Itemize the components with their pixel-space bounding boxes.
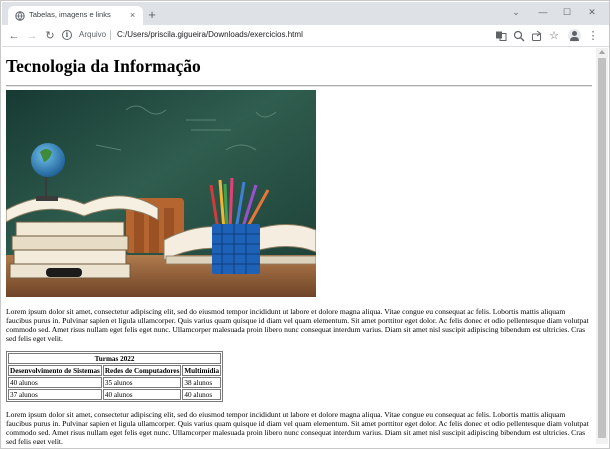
minimize-button[interactable]: — [534,5,552,19]
share-icon[interactable] [530,29,544,43]
tab-title: Tabelas, imagens e links [29,10,111,19]
table-cell: 40 alunos [102,389,182,400]
new-tab-button[interactable]: + [145,8,159,22]
tab-active[interactable]: Tabelas, imagens e links × [8,6,143,26]
address-scheme-label: Arquivo [79,30,107,39]
reload-button[interactable]: ↻ [43,29,57,43]
table-row: 37 alunos 40 alunos 40 alunos [8,389,222,400]
page-viewport: Tecnologia da Informação Lorem ipsum dol… [2,48,596,444]
scroll-up-arrow-icon[interactable] [599,50,605,54]
address-bar[interactable]: i Arquivo C:/Users/priscila.gigueira/Dow… [60,27,460,44]
close-window-button[interactable]: ✕ [583,5,601,19]
classroom-books-pencils-image [6,90,316,297]
bookmark-star-icon[interactable]: ☆ [547,29,561,43]
table-header-cell: Redes de Computadores [102,365,182,376]
globe-icon [15,11,25,21]
profile-icon[interactable] [568,29,581,42]
table-cell: 35 alunos [102,377,182,388]
tab-strip: Tabelas, imagens e links × + ⌄ — ☐ ✕ [2,2,609,26]
tab-close-icon[interactable]: × [127,9,138,21]
table-caption: Turmas 2022 [8,353,222,364]
zoom-icon[interactable] [512,29,526,43]
back-button[interactable]: ← [7,29,21,43]
table-cell: 37 alunos [8,389,102,400]
translate-icon[interactable] [494,29,508,43]
table-row: 40 alunos 35 alunos 38 alunos [8,377,222,388]
scrollbar-thumb[interactable] [598,58,606,438]
maximize-button[interactable]: ☐ [558,5,576,19]
browser-toolbar: ← → ↻ i Arquivo C:/Users/priscila.giguei… [2,25,609,47]
vertical-scrollbar[interactable] [596,48,608,444]
table-cell: 38 alunos [182,377,222,388]
table-header-cell: Desenvolvimento de Sistemas [8,365,102,376]
table-header-cell: Multimídia [182,365,222,376]
address-separator [110,30,111,40]
info-icon[interactable]: i [62,30,72,40]
horizontal-rule [6,85,592,87]
table-cell: 40 alunos [8,377,102,388]
browser-window: Tabelas, imagens e links × + ⌄ — ☐ ✕ ← →… [0,0,610,449]
paragraph-1: Lorem ipsum dolor sit amet, consectetur … [6,307,589,343]
classes-table: Turmas 2022 Desenvolvimento de Sistemas … [6,351,224,402]
address-url[interactable]: C:/Users/priscila.gigueira/Downloads/exe… [117,30,303,39]
table-header-row: Desenvolvimento de Sistemas Redes de Com… [8,365,222,376]
tab-search-dropdown-icon[interactable]: ⌄ [507,5,525,19]
forward-button[interactable]: → [25,29,39,43]
page-title: Tecnologia da Informação [6,56,201,76]
table-cell: 40 alunos [182,389,222,400]
menu-icon[interactable]: ⋮ [586,29,600,43]
paragraph-2: Lorem ipsum dolor sit amet, consectetur … [6,410,589,444]
